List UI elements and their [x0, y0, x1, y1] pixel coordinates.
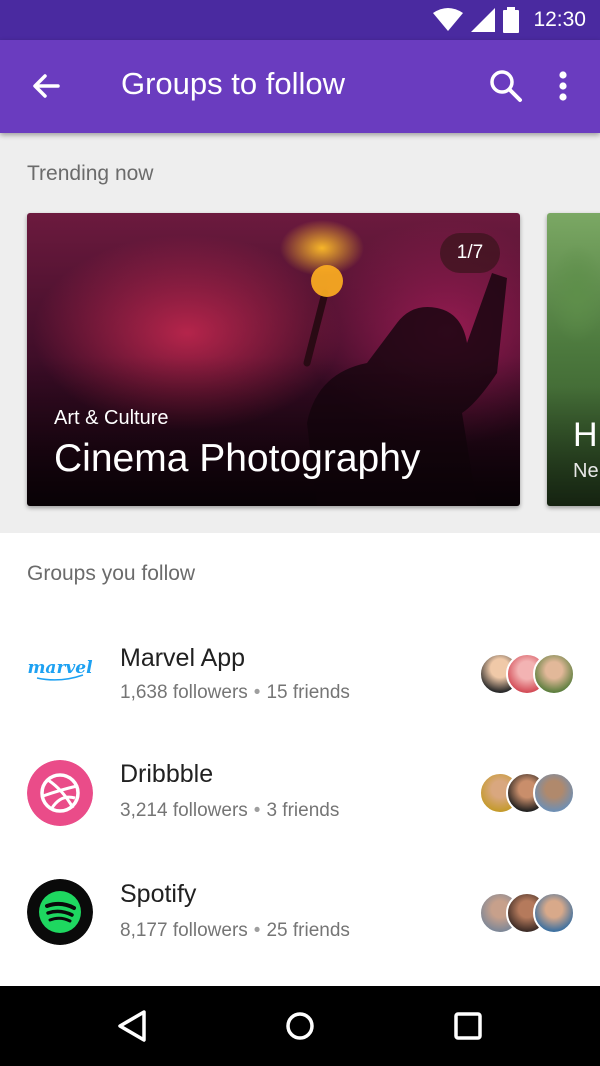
group-row-spotify[interactable]: Spotify 8,177 followers • 25 friends — [0, 860, 600, 960]
friends-count: 25 friends — [266, 920, 350, 941]
avatar — [533, 772, 575, 814]
separator-dot: • — [253, 800, 261, 821]
groups-section: Groups you follow marvel Marvel App 1,63… — [0, 533, 600, 986]
signal-icon — [471, 8, 496, 32]
search-icon[interactable] — [488, 68, 524, 104]
followers-count: 1,638 followers — [120, 682, 248, 703]
friend-avatars — [479, 892, 575, 934]
separator-dot: • — [253, 920, 261, 941]
group-name: Dribbble — [120, 760, 214, 788]
page-indicator: 1/7 — [440, 233, 500, 273]
group-row-dribbble[interactable]: Dribbble 3,214 followers • 3 friends — [0, 740, 600, 840]
avatar — [533, 892, 575, 934]
status-time: 12:30 — [533, 8, 586, 31]
app-bar: Groups to follow — [0, 40, 600, 133]
trending-card-next[interactable]: H Ne — [547, 213, 600, 506]
page-title: Groups to follow — [121, 66, 345, 101]
avatar — [533, 653, 575, 695]
group-name: Marvel App — [120, 644, 246, 672]
group-meta: 8,177 followers • 25 friends — [120, 920, 350, 942]
separator-dot: • — [253, 682, 261, 703]
svg-text:marvel: marvel — [27, 658, 93, 678]
system-nav-bar — [0, 986, 600, 1066]
spotify-logo-icon — [27, 879, 93, 945]
card-title: H — [573, 416, 598, 454]
groups-label: Groups you follow — [27, 562, 196, 585]
group-meta: 3,214 followers • 3 friends — [120, 800, 339, 822]
card-shade — [27, 356, 520, 506]
dribbble-logo-icon — [27, 760, 93, 826]
group-name: Spotify — [120, 880, 197, 908]
recents-square-icon[interactable] — [450, 1008, 486, 1044]
followers-count: 3,214 followers — [120, 800, 248, 821]
back-arrow-icon[interactable] — [28, 68, 64, 104]
card-subtitle: Ne — [573, 460, 599, 482]
friends-count: 3 friends — [266, 800, 340, 821]
trending-card-cinema-photography[interactable]: 1/7 Art & Culture Cinema Photography — [27, 213, 520, 506]
group-row-marvel-app[interactable]: marvel Marvel App 1,638 followers • 15 fri… — [0, 620, 600, 720]
status-bar: 12:30 — [0, 0, 600, 40]
trending-label: Trending now — [27, 162, 154, 185]
group-meta: 1,638 followers • 15 friends — [120, 682, 350, 704]
back-triangle-icon[interactable] — [114, 1008, 150, 1044]
wifi-icon — [433, 8, 464, 31]
battery-icon — [503, 7, 520, 33]
friends-count: 15 friends — [266, 682, 350, 703]
followers-count: 8,177 followers — [120, 920, 248, 941]
card-category: Art & Culture — [54, 407, 169, 429]
friend-avatars — [479, 653, 575, 695]
trending-section: Trending now 1/7 Art & Culture Cinema Ph… — [0, 133, 600, 533]
more-vert-icon[interactable] — [548, 68, 578, 104]
status-icons: 12:30 — [433, 6, 586, 34]
home-circle-icon[interactable] — [282, 1008, 318, 1044]
friend-avatars — [479, 772, 575, 814]
card-title: Cinema Photography — [54, 437, 421, 480]
marvel-logo-icon: marvel — [27, 658, 93, 681]
